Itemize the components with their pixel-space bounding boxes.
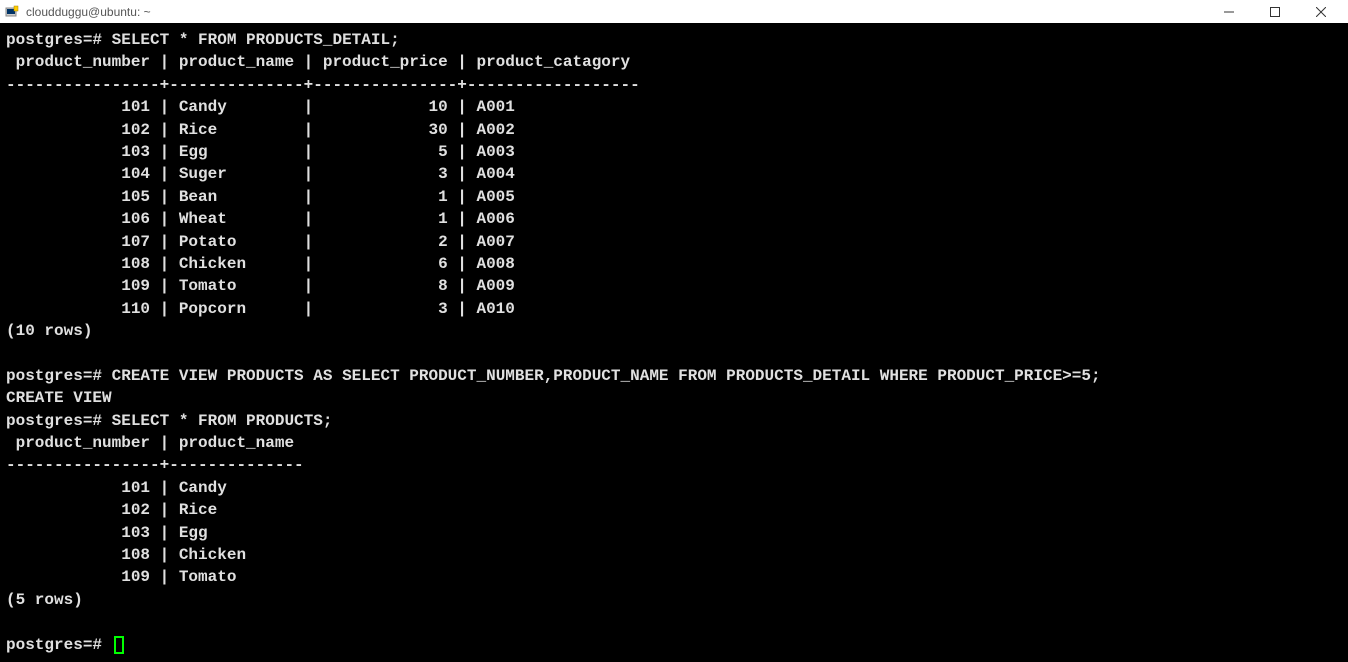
table-row: 101 | Candy | 10 | A001 <box>6 98 515 116</box>
maximize-button[interactable] <box>1252 0 1298 23</box>
putty-icon <box>4 4 20 20</box>
window-title: cloudduggu@ubuntu: ~ <box>26 5 1206 19</box>
table-row: 103 | Egg <box>6 524 208 542</box>
table-row: 101 | Candy <box>6 479 227 497</box>
table-header: product_number | product_name <box>6 434 294 452</box>
table-row: 103 | Egg | 5 | A003 <box>6 143 515 161</box>
table-divider: ----------------+-------------- <box>6 456 304 474</box>
table-divider: ----------------+--------------+--------… <box>6 76 640 94</box>
cursor <box>114 636 124 654</box>
table-row: 107 | Potato | 2 | A007 <box>6 233 515 251</box>
titlebar: cloudduggu@ubuntu: ~ <box>0 0 1348 23</box>
table-row: 108 | Chicken <box>6 546 246 564</box>
window-controls <box>1206 0 1344 23</box>
minimize-button[interactable] <box>1206 0 1252 23</box>
close-button[interactable] <box>1298 0 1344 23</box>
table-row: 102 | Rice | 30 | A002 <box>6 121 515 139</box>
table-header: product_number | product_name | product_… <box>6 53 630 71</box>
table-row: 106 | Wheat | 1 | A006 <box>6 210 515 228</box>
table-row: 104 | Suger | 3 | A004 <box>6 165 515 183</box>
table-row: 108 | Chicken | 6 | A008 <box>6 255 515 273</box>
query-result: CREATE VIEW <box>6 389 112 407</box>
prompt-line: postgres=# SELECT * FROM PRODUCTS; <box>6 412 332 430</box>
prompt-line: postgres=# CREATE VIEW PRODUCTS AS SELEC… <box>6 367 1101 385</box>
terminal-output[interactable]: postgres=# SELECT * FROM PRODUCTS_DETAIL… <box>0 23 1348 662</box>
table-row: 109 | Tomato <box>6 568 236 586</box>
table-row: 105 | Bean | 1 | A005 <box>6 188 515 206</box>
row-count: (5 rows) <box>6 591 83 609</box>
prompt-line: postgres=# <box>6 636 124 654</box>
table-row: 102 | Rice <box>6 501 217 519</box>
prompt-line: postgres=# SELECT * FROM PRODUCTS_DETAIL… <box>6 31 400 49</box>
table-row: 109 | Tomato | 8 | A009 <box>6 277 515 295</box>
row-count: (10 rows) <box>6 322 92 340</box>
table-row: 110 | Popcorn | 3 | A010 <box>6 300 515 318</box>
